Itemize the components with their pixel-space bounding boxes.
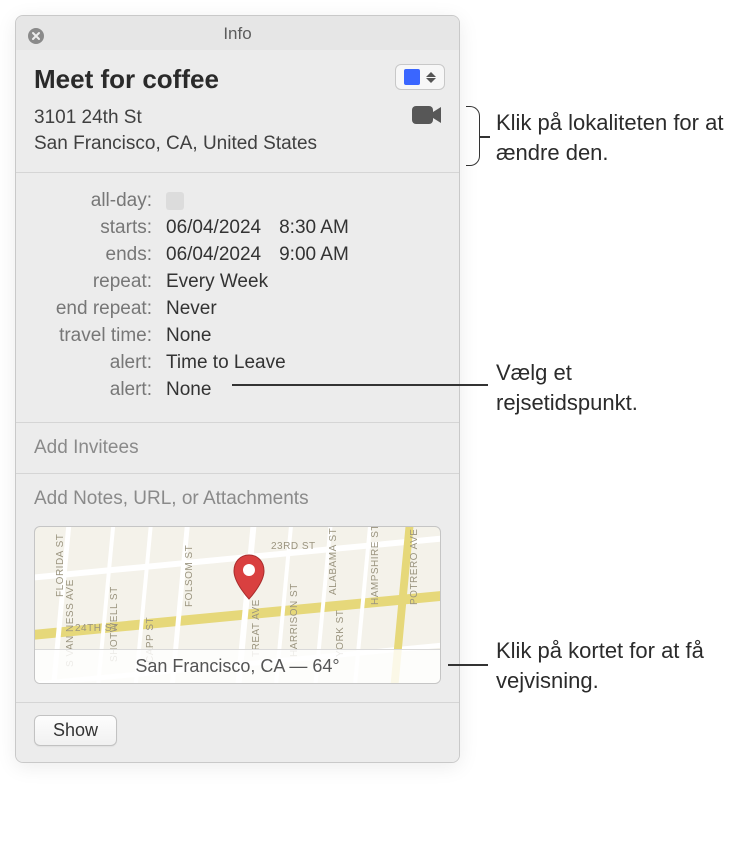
alert1-label: alert: — [34, 352, 152, 374]
allday-checkbox[interactable] — [166, 192, 184, 210]
callout-location: Klik på lokaliteten for at ændre den. — [496, 108, 726, 167]
street-alabama: ALABAMA ST — [328, 528, 339, 595]
location-line2: San Francisco, CA, United States — [34, 131, 441, 157]
street-folsom: FOLSOM ST — [184, 545, 195, 607]
street-23rd: 23RD ST — [271, 541, 316, 552]
map-pin-icon — [231, 553, 267, 609]
alert1-value[interactable]: Time to Leave — [166, 352, 286, 374]
map-thumbnail[interactable]: 23RD ST 24TH ST FLORIDA ST S VAN NESS AV… — [34, 526, 441, 684]
calendar-picker[interactable] — [395, 64, 445, 90]
event-info-popover: Info Meet for coffee 3101 24th St San Fr… — [15, 15, 460, 763]
alert2-label: alert: — [34, 379, 152, 401]
location-line1: 3101 24th St — [34, 105, 441, 131]
travel-time-label: travel time: — [34, 325, 152, 347]
notes-section: Add Notes, URL, or Attachments 23RD ST 2… — [16, 474, 459, 703]
end-repeat-label: end repeat: — [34, 298, 152, 320]
video-call-button[interactable] — [411, 104, 443, 130]
street-harrison: HARRISON ST — [289, 583, 300, 657]
starts-time[interactable]: 8:30 AM — [279, 217, 349, 239]
callout-line-travel — [232, 384, 488, 386]
street-potrero: POTRERO AVE — [409, 529, 420, 605]
end-repeat-value[interactable]: Never — [166, 298, 217, 320]
add-invitees[interactable]: Add Invitees — [16, 423, 459, 474]
ends-date[interactable]: 06/04/2024 — [166, 244, 261, 266]
event-details: all-day: starts: 06/04/2024 8:30 AM ends… — [16, 173, 459, 423]
show-button[interactable]: Show — [34, 715, 117, 746]
street-hampshire: HAMPSHIRE ST — [370, 526, 381, 605]
callout-bracket-location — [466, 106, 480, 166]
event-title[interactable]: Meet for coffee — [34, 64, 441, 95]
callout-travel: Vælg et rejsetidspunkt. — [496, 358, 716, 417]
ends-label: ends: — [34, 244, 152, 266]
travel-time-value[interactable]: None — [166, 325, 211, 347]
map-summary: San Francisco, CA — 64° — [35, 649, 440, 683]
callout-map: Klik på kortet for at få vejvisning. — [496, 636, 726, 695]
event-location[interactable]: 3101 24th St San Francisco, CA, United S… — [34, 105, 441, 156]
callout-line-location — [480, 136, 490, 138]
allday-label: all-day: — [34, 190, 152, 212]
starts-date[interactable]: 06/04/2024 — [166, 217, 261, 239]
close-button[interactable] — [26, 26, 46, 46]
chevron-up-icon — [426, 72, 436, 77]
alert2-value[interactable]: None — [166, 379, 211, 401]
notes-placeholder[interactable]: Add Notes, URL, or Attachments — [34, 488, 441, 510]
repeat-label: repeat: — [34, 271, 152, 293]
calendar-color-swatch — [404, 69, 420, 85]
event-header: Meet for coffee 3101 24th St San Francis… — [16, 50, 459, 173]
popover-footer: Show — [16, 703, 459, 762]
ends-time[interactable]: 9:00 AM — [279, 244, 349, 266]
window-title: Info — [16, 16, 459, 50]
repeat-value[interactable]: Every Week — [166, 271, 268, 293]
starts-label: starts: — [34, 217, 152, 239]
chevron-down-icon — [426, 78, 436, 83]
callout-line-map — [448, 664, 488, 666]
